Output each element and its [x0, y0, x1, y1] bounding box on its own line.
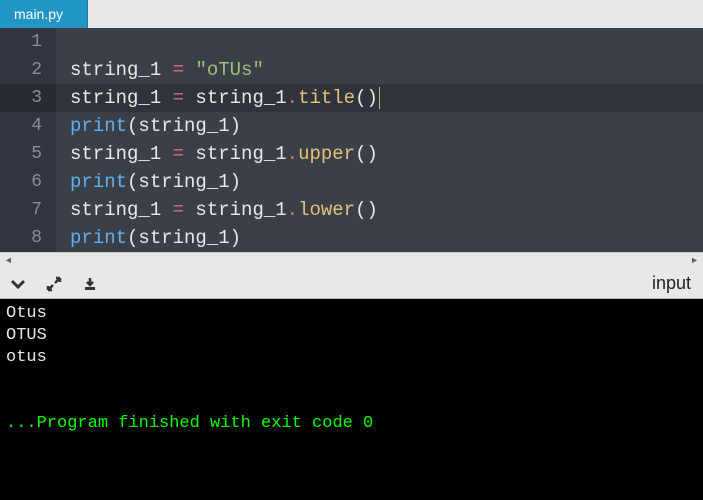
chevron-down-icon[interactable] [8, 274, 28, 294]
console-line: Otus [6, 303, 697, 325]
tab-filename: main.py [14, 6, 63, 22]
line-number: 1 [0, 28, 56, 56]
line-number: 8 [0, 224, 56, 252]
code-line[interactable]: 8print(string_1) [0, 224, 703, 252]
code-content[interactable]: print(string_1) [56, 115, 241, 137]
console-line: OTUS [6, 325, 697, 347]
code-line[interactable]: 1 [0, 28, 703, 56]
line-number: 4 [0, 112, 56, 140]
input-label: input [652, 273, 695, 294]
tab-bar: main.py [0, 0, 703, 28]
line-number: 7 [0, 196, 56, 224]
line-number: 2 [0, 56, 56, 84]
code-line[interactable]: 7string_1 = string_1.lower() [0, 196, 703, 224]
scroll-right-icon[interactable]: ► [686, 253, 703, 270]
code-line[interactable]: 5string_1 = string_1.upper() [0, 140, 703, 168]
code-line[interactable]: 2string_1 = "oTUs" [0, 56, 703, 84]
scroll-left-icon[interactable]: ◄ [0, 253, 17, 270]
code-content[interactable]: string_1 = string_1.lower() [56, 199, 378, 221]
console-line [6, 369, 697, 391]
text-cursor [379, 87, 380, 109]
console-line: otus [6, 347, 697, 369]
line-number: 3 [0, 84, 56, 112]
line-number: 6 [0, 168, 56, 196]
console-toolbar: input [0, 269, 703, 299]
code-content[interactable]: string_1 = string_1.title() [56, 87, 380, 109]
code-line[interactable]: 3string_1 = string_1.title() [0, 84, 703, 112]
download-icon[interactable] [80, 274, 100, 294]
code-content[interactable]: string_1 = string_1.upper() [56, 143, 378, 165]
file-tab[interactable]: main.py [0, 0, 88, 28]
code-content[interactable]: print(string_1) [56, 171, 241, 193]
code-editor[interactable]: 12string_1 = "oTUs"3string_1 = string_1.… [0, 28, 703, 252]
console-line [6, 391, 697, 413]
exit-message: ...Program finished with exit code 0 [6, 413, 697, 435]
code-content[interactable]: print(string_1) [56, 227, 241, 249]
expand-icon[interactable] [44, 274, 64, 294]
code-content[interactable]: string_1 = "oTUs" [56, 59, 264, 81]
line-number: 5 [0, 140, 56, 168]
horizontal-scrollbar[interactable]: ◄ ► [0, 252, 703, 269]
code-line[interactable]: 6print(string_1) [0, 168, 703, 196]
code-line[interactable]: 4print(string_1) [0, 112, 703, 140]
console-output[interactable]: OtusOTUSotus ...Program finished with ex… [0, 299, 703, 500]
